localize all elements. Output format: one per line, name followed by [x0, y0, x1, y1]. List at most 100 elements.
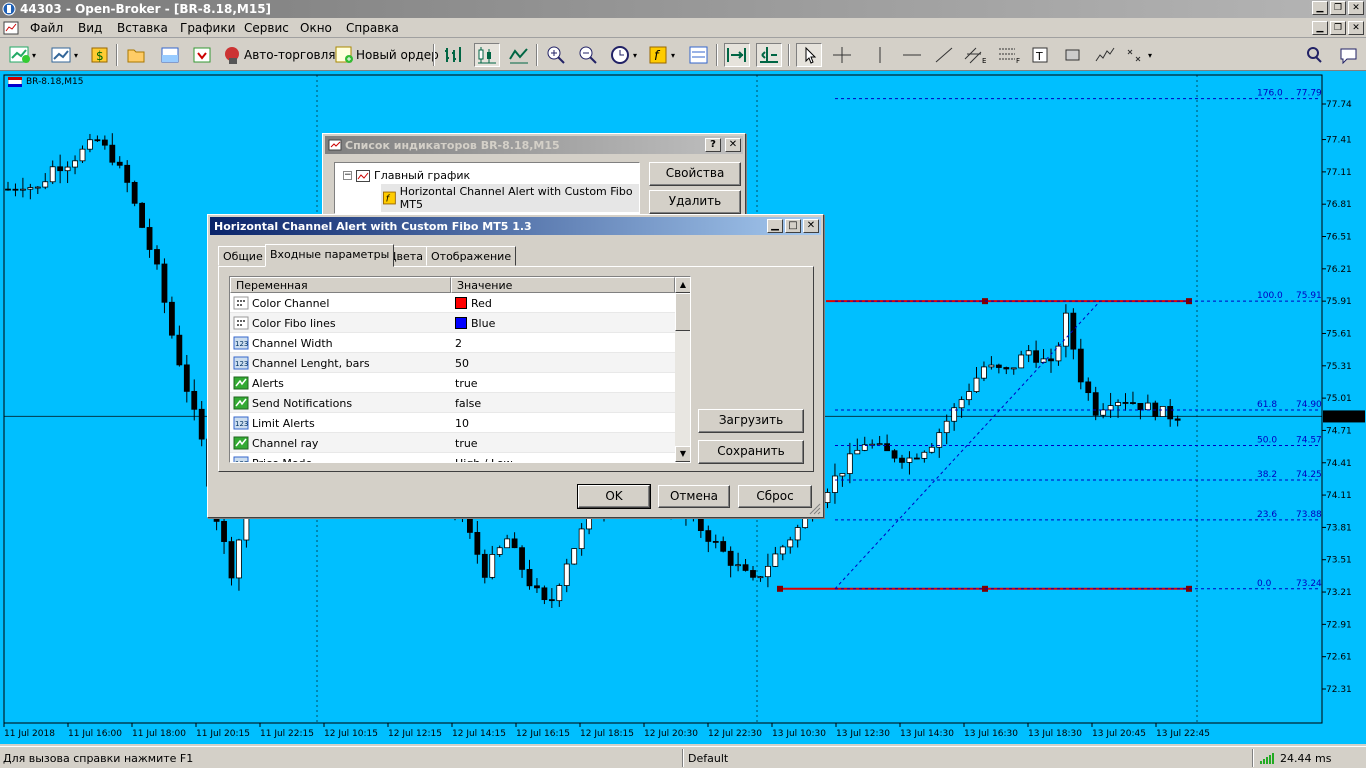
new-order-button[interactable]: Новый ордер [334, 43, 439, 67]
parameter-value[interactable]: true [455, 437, 478, 450]
indicator-tree[interactable]: − Главный график f Horizontal Channel Al… [334, 162, 640, 214]
zoom-out-button[interactable] [578, 43, 598, 67]
parameter-value[interactable]: 2 [455, 337, 462, 350]
menu-charts[interactable]: Графики [180, 21, 235, 35]
toolbox-button[interactable] [160, 43, 180, 67]
menu-view[interactable]: Вид [78, 21, 102, 35]
tab-inputs[interactable]: Входные параметры [265, 244, 395, 267]
tab-common[interactable]: Общие [218, 246, 268, 266]
parameter-value[interactable]: true [455, 377, 478, 390]
input-parameters-grid[interactable]: Переменная Значение Color Channel Red Colo… [229, 276, 691, 463]
text-tool-button[interactable]: T [1030, 43, 1052, 67]
parameter-value[interactable]: 10 [455, 417, 469, 430]
elliott-wave-button[interactable] [1094, 43, 1116, 67]
line-chart-button[interactable] [508, 43, 530, 67]
crosshair-tool-button[interactable] [830, 43, 854, 67]
parameter-row[interactable]: Alerts true [230, 373, 675, 393]
close-button[interactable]: ✕ [1348, 1, 1364, 15]
navigator-button[interactable] [126, 43, 146, 67]
parameter-name: Color Fibo lines [252, 317, 336, 330]
indicators-button[interactable]: f ▾ [648, 43, 678, 67]
vertical-line-button[interactable] [868, 43, 892, 67]
candle [1025, 350, 1032, 356]
chart-shift-button[interactable] [756, 43, 782, 67]
menu-tools[interactable]: Сервис [244, 21, 289, 35]
parameter-row[interactable]: 123 Limit Alerts 10 [230, 413, 675, 433]
fibo-retracement-button[interactable]: F [996, 43, 1024, 67]
scroll-up-arrow[interactable]: ▲ [675, 277, 690, 293]
menu-file[interactable]: Файл [30, 21, 63, 35]
chat-button[interactable] [1338, 43, 1360, 67]
candlestick-button[interactable] [474, 43, 500, 67]
auto-scroll-button[interactable] [724, 43, 750, 67]
horizontal-line-button[interactable] [900, 43, 924, 67]
indicator-list-help-button[interactable]: ? [705, 138, 721, 152]
parameter-row[interactable]: 123 Channel Lenght, bars 50 [230, 353, 675, 373]
parameter-row[interactable]: 123 Price Mode High / Low [230, 453, 675, 462]
tab-display[interactable]: Отображение [426, 246, 517, 266]
scroll-thumb[interactable] [675, 293, 690, 331]
market-watch-button[interactable]: $ [90, 43, 110, 67]
numeric-param-icon: 123 [233, 336, 249, 350]
tree-child-item[interactable]: f Horizontal Channel Alert with Custom F… [381, 184, 639, 212]
mdi-restore-button[interactable]: ❐ [1330, 21, 1346, 35]
templates-button[interactable] [688, 43, 710, 67]
profile-name[interactable]: Default [688, 752, 728, 765]
color-swatch[interactable] [455, 317, 467, 329]
parameter-name: Price Mode [252, 457, 312, 462]
trend-line-button[interactable] [932, 43, 956, 67]
timeframes-button[interactable]: ▾ [610, 43, 640, 67]
parameter-value[interactable]: Red [471, 297, 492, 310]
parameter-value[interactable]: false [455, 397, 481, 410]
shapes-menu-button[interactable]: ▾ [1124, 43, 1156, 67]
properties-button[interactable]: Свойства [649, 162, 741, 186]
cursor-tool-button[interactable] [796, 43, 822, 67]
menu-window[interactable]: Окно [300, 21, 332, 35]
color-swatch[interactable] [455, 297, 467, 309]
grid-scrollbar[interactable]: ▲ ▼ [675, 277, 690, 462]
new-chart-button[interactable]: ▾ [8, 43, 38, 67]
parameter-value[interactable]: High / Low [455, 457, 513, 462]
reset-button[interactable]: Сброс [738, 485, 812, 508]
tree-root-item[interactable]: − Главный график [343, 169, 470, 182]
restore-button[interactable]: ❐ [1330, 1, 1346, 15]
parameter-row[interactable]: Color Channel Red [230, 293, 675, 313]
mdi-close-button[interactable]: ✕ [1348, 21, 1364, 35]
bar-chart-button[interactable] [442, 43, 464, 67]
rectangle-tool-button[interactable] [1062, 43, 1084, 67]
auto-trading-button[interactable]: Авто-торговля [222, 43, 336, 67]
collapse-icon[interactable]: − [343, 171, 352, 180]
menu-help[interactable]: Справка [346, 21, 399, 35]
minimize-button[interactable]: ▁ [1312, 1, 1328, 15]
candle [57, 166, 64, 172]
clock-icon: ▾ [611, 46, 637, 64]
delete-button[interactable]: Удалить [649, 190, 741, 214]
cancel-button[interactable]: Отмена [658, 485, 730, 508]
mdi-minimize-button[interactable]: ▁ [1312, 21, 1328, 35]
parameter-row[interactable]: Channel ray true [230, 433, 675, 453]
parameter-row[interactable]: 123 Channel Width 2 [230, 333, 675, 353]
profiles-button[interactable]: ▾ [50, 43, 80, 67]
zoom-in-button[interactable] [546, 43, 566, 67]
properties-close-button[interactable]: ✕ [803, 219, 819, 233]
ok-button[interactable]: OK [577, 484, 651, 509]
parameter-row[interactable]: Send Notifications false [230, 393, 675, 413]
column-variable[interactable]: Переменная [230, 277, 451, 293]
indicator-list-icon [328, 139, 342, 151]
parameter-value[interactable]: Blue [471, 317, 495, 330]
equidistant-channel-button[interactable]: E [962, 43, 990, 67]
strategy-tester-button[interactable] [192, 43, 212, 67]
chart-flag-icon [8, 77, 22, 87]
properties-minimize-button[interactable]: ▁ [767, 219, 783, 233]
candle [988, 364, 995, 368]
search-button[interactable] [1304, 43, 1324, 67]
parameter-value[interactable]: 50 [455, 357, 469, 370]
parameter-row[interactable]: Color Fibo lines Blue [230, 313, 675, 333]
menu-insert[interactable]: Вставка [117, 21, 168, 35]
candle [131, 181, 138, 204]
column-value[interactable]: Значение [451, 277, 675, 293]
scroll-down-arrow[interactable]: ▼ [675, 446, 690, 462]
resize-grip-icon[interactable] [809, 503, 821, 515]
properties-maximize-button[interactable]: □ [785, 219, 801, 233]
indicator-list-close-button[interactable]: ✕ [725, 138, 741, 152]
